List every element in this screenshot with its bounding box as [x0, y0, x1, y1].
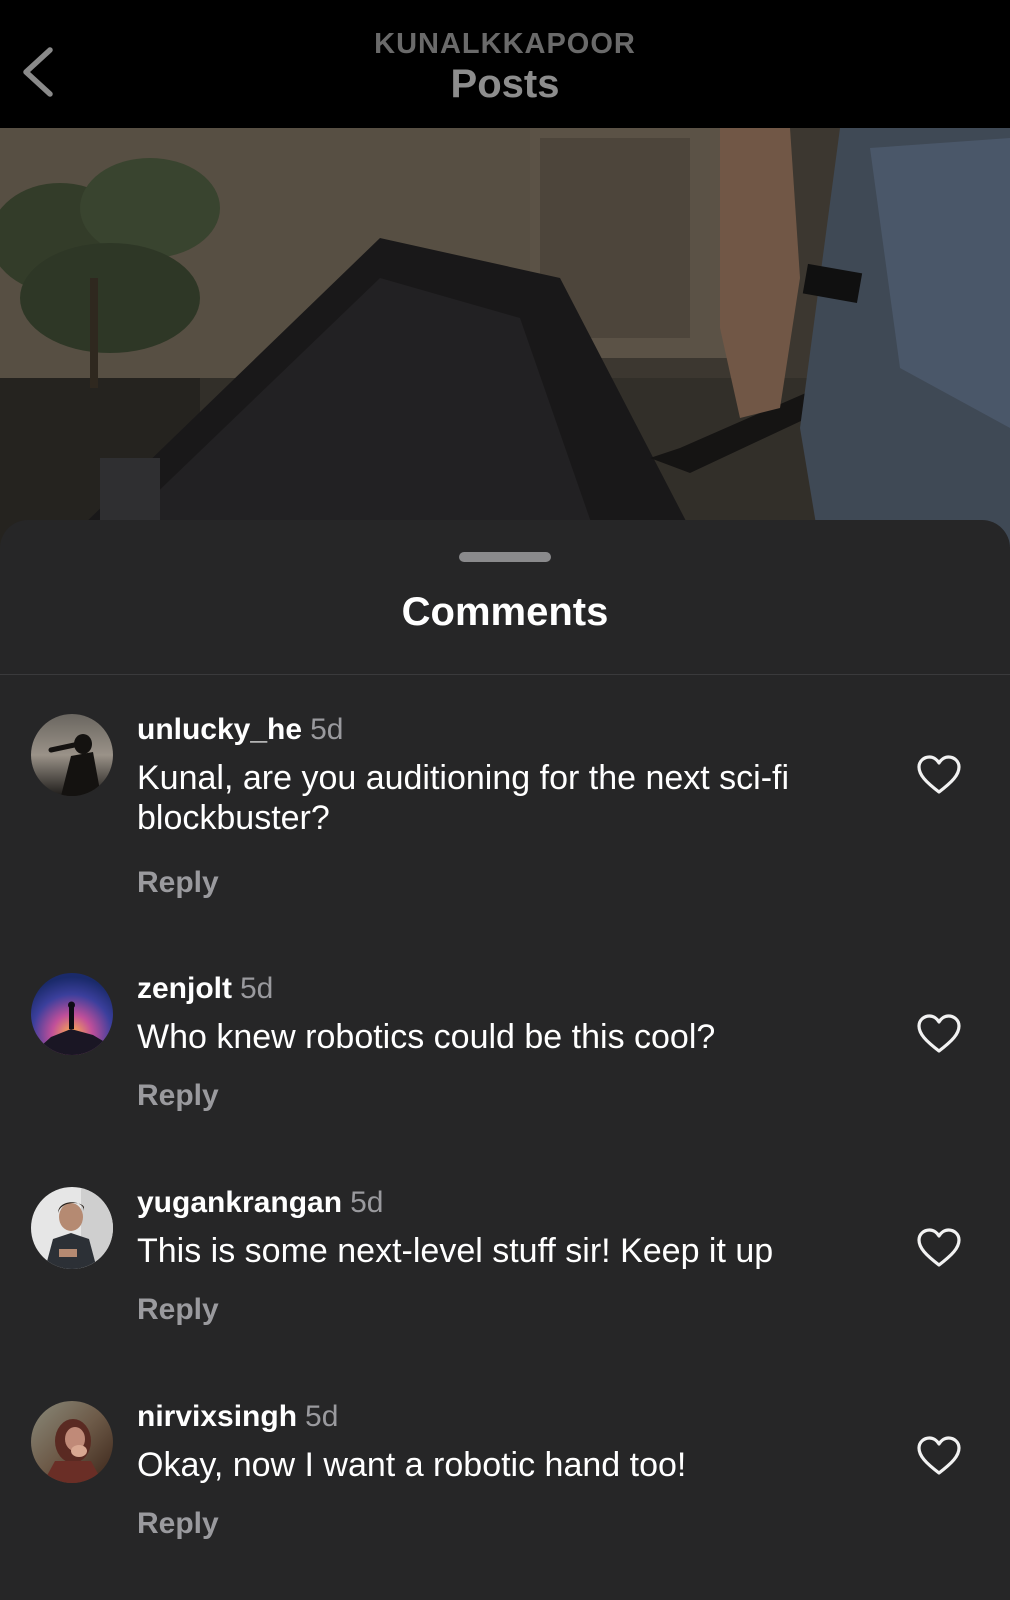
- sheet-grabber[interactable]: [459, 552, 551, 562]
- heart-outline-icon[interactable]: [916, 1435, 962, 1477]
- comment-text: This is some next-level stuff sir! Keep …: [137, 1232, 774, 1270]
- username[interactable]: unlucky_he: [137, 713, 302, 746]
- comment-meta: zenjolt 5d: [137, 973, 273, 1005]
- reply-button[interactable]: Reply: [137, 1507, 219, 1541]
- heart-outline-icon[interactable]: [916, 1013, 962, 1055]
- comment-time: 5d: [310, 713, 344, 746]
- username[interactable]: nirvixsingh: [137, 1400, 297, 1433]
- page-title: Posts: [450, 62, 560, 106]
- reply-button[interactable]: Reply: [137, 1079, 219, 1113]
- avatar[interactable]: [31, 973, 113, 1055]
- top-nav-bar: KUNALKKAPOOR Posts: [0, 0, 1010, 128]
- comments-title: Comments: [401, 590, 609, 634]
- comment-text: Who knew robotics could be this cool?: [137, 1018, 716, 1056]
- avatar[interactable]: [31, 1401, 113, 1483]
- comment-time: 5d: [350, 1186, 384, 1219]
- heart-outline-icon[interactable]: [916, 754, 962, 796]
- comment-time: 5d: [305, 1400, 339, 1433]
- divider: [0, 674, 1010, 675]
- reply-button[interactable]: Reply: [137, 866, 219, 900]
- username[interactable]: yugankrangan: [137, 1186, 342, 1219]
- reply-button[interactable]: Reply: [137, 1293, 219, 1327]
- comment-text: Okay, now I want a robotic hand too!: [137, 1446, 687, 1484]
- avatar[interactable]: [31, 1187, 113, 1269]
- heart-outline-icon[interactable]: [916, 1227, 962, 1269]
- comments-sheet: Comments unlucky_he 5d Kunal, are you au…: [0, 520, 1010, 1600]
- comment-meta: nirvixsingh 5d: [137, 1401, 338, 1433]
- post-video-frame: [0, 128, 1010, 548]
- post-video[interactable]: [0, 128, 1010, 548]
- account-name: KUNALKKAPOOR: [374, 28, 636, 60]
- comment-text: Kunal, are you auditioning for the next …: [137, 759, 790, 837]
- comment-meta: unlucky_he 5d: [137, 714, 343, 746]
- comment-meta: yugankrangan 5d: [137, 1187, 383, 1219]
- avatar[interactable]: [31, 714, 113, 796]
- comment-time: 5d: [240, 972, 274, 1005]
- username[interactable]: zenjolt: [137, 972, 232, 1005]
